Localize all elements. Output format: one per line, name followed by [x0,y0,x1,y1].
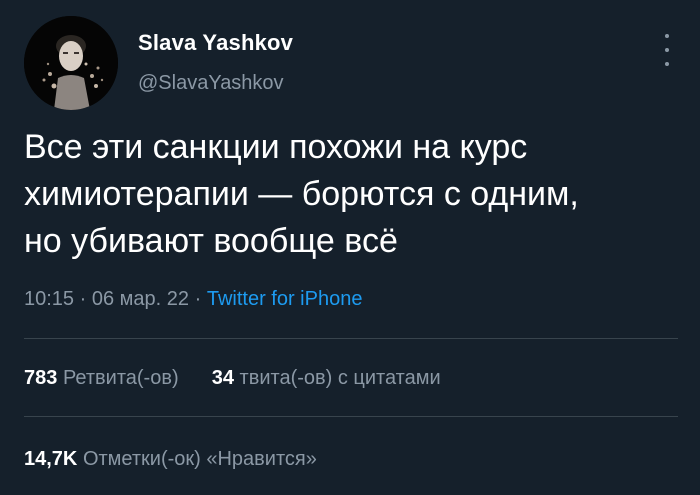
retweet-stats-row: 783 Ретвита(-ов) 34 твита(-ов) с цитатам… [24,367,441,390]
author-handle[interactable]: @SlavaYashkov [138,72,284,95]
tweet-meta: 10:15 · 06 мар. 22 · Twitter for iPhone [24,288,362,311]
quotes-count: 34 [211,367,234,389]
likes-label: Отметки(-ок) «Нравится» [82,448,317,470]
tweet-source-link[interactable]: Twitter for iPhone [207,288,363,310]
retweets-stat[interactable]: 783 Ретвита(-ов) [24,367,184,389]
more-options-button[interactable] [660,34,674,66]
likes-stat[interactable]: 14,7K Отметки(-ок) «Нравится» [24,448,317,470]
more-vertical-icon [665,34,669,38]
meta-separator: · [79,288,87,310]
tweet-text: Все эти санкции похожи на курс химиотера… [24,128,579,260]
author-name[interactable]: Slava Yashkov [138,30,293,56]
retweets-label: Ретвита(-ов) [62,367,179,389]
author-avatar[interactable] [24,16,118,110]
quotes-stat[interactable]: 34 твита(-ов) с цитатами [212,367,441,389]
avatar-image [24,16,118,110]
tweet-date[interactable]: 06 мар. 22 [92,288,189,310]
meta-separator: · [194,288,202,310]
divider [24,416,678,417]
more-vertical-icon-dot [665,48,669,52]
tweet-card: Slava Yashkov @SlavaYashkov Все эти санк… [0,0,700,495]
likes-stats-row: 14,7K Отметки(-ок) «Нравится» [24,448,317,471]
more-vertical-icon-dot [665,62,669,66]
quotes-label: твита(-ов) с цитатами [239,367,441,389]
likes-count: 14,7K [24,448,78,470]
retweets-count: 783 [24,367,58,389]
divider [24,338,678,339]
tweet-time[interactable]: 10:15 [24,288,74,310]
